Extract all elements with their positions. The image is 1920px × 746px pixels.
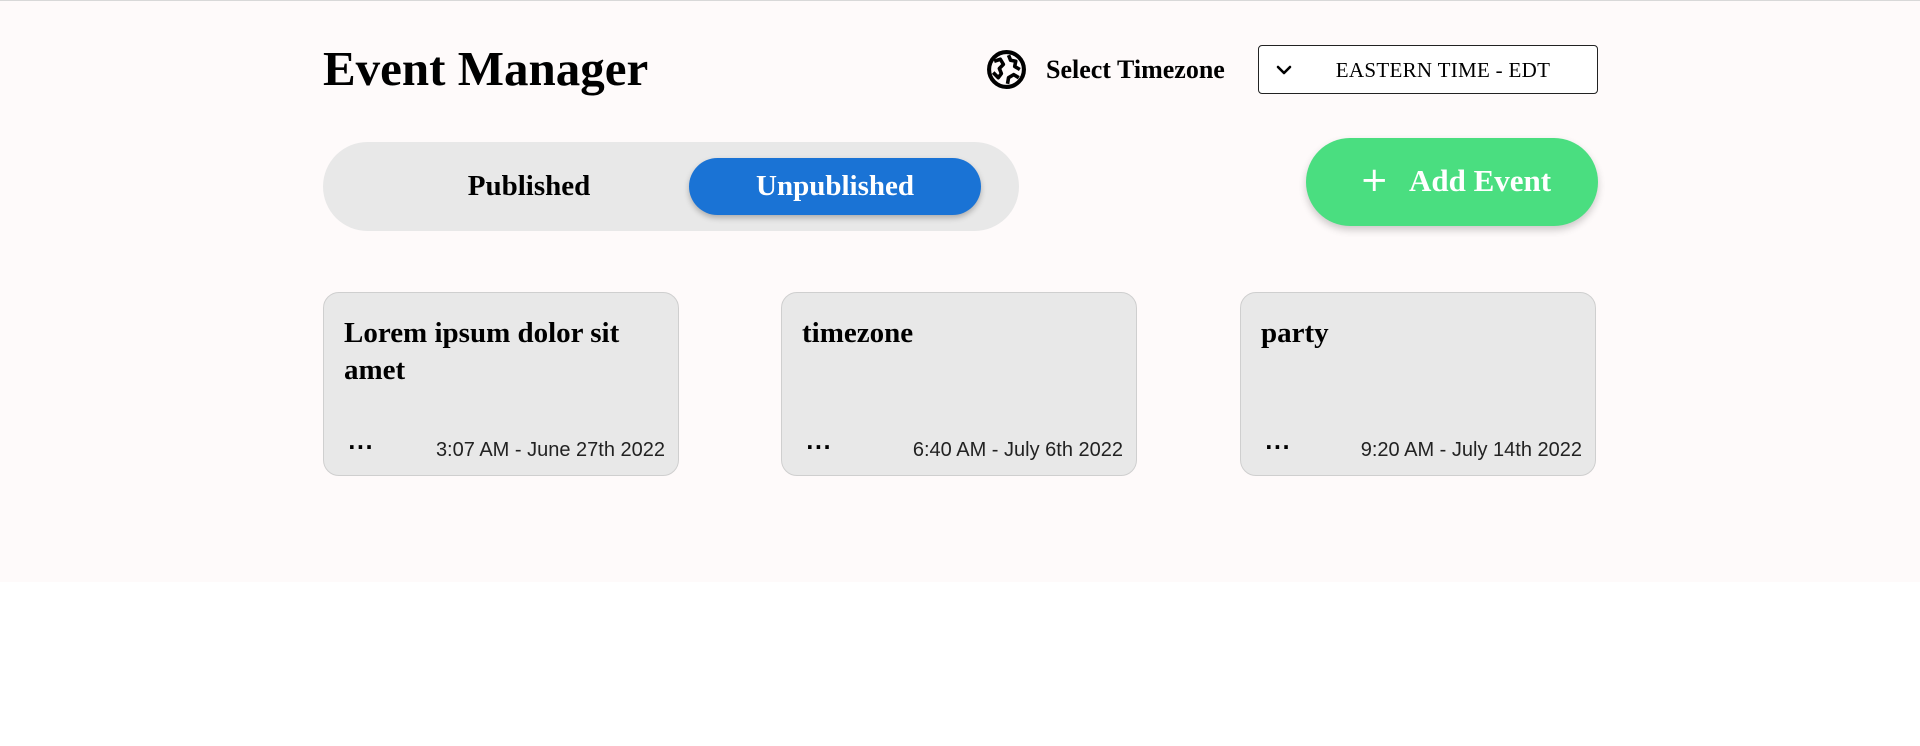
globe-icon <box>987 50 1026 89</box>
timezone-label: Select Timezone <box>1046 55 1225 84</box>
event-datetime: 6:40 AM - July 6th 2022 <box>912 439 1123 461</box>
more-options-icon[interactable]: ... <box>348 427 374 457</box>
event-datetime: 9:20 AM - July 14th 2022 <box>1360 439 1582 461</box>
add-event-label: Add Event <box>1409 163 1552 198</box>
event-card[interactable]: party ... 9:20 AM - July 14th 2022 <box>1240 292 1596 476</box>
event-card[interactable]: timezone ... 6:40 AM - July 6th 2022 <box>781 292 1137 476</box>
event-datetime: 3:07 AM - June 27th 2022 <box>435 439 665 461</box>
page-title: Event Manager <box>323 41 649 96</box>
plus-icon: + <box>1360 160 1389 200</box>
add-event-button[interactable]: + Add Event <box>1306 138 1598 226</box>
tab-published[interactable]: Published <box>383 158 675 215</box>
timezone-selected-value: EASTERN TIME - EDT <box>1335 58 1551 82</box>
publish-status-toggle: Published Unpublished <box>323 142 1019 231</box>
timezone-select[interactable]: EASTERN TIME - EDT <box>1258 45 1598 94</box>
more-options-icon[interactable]: ... <box>806 427 832 457</box>
event-title: Lorem ipsum dolor sit amet <box>344 317 620 386</box>
event-card[interactable]: Lorem ipsum dolor sit amet ... 3:07 AM -… <box>323 292 679 476</box>
more-options-icon[interactable]: ... <box>1265 427 1291 457</box>
event-title: party <box>1261 317 1329 349</box>
tab-unpublished[interactable]: Unpublished <box>689 158 981 215</box>
event-manager-app: Event Manager Select Timezone EASTERN TI… <box>0 1 1920 582</box>
event-title: timezone <box>802 317 914 349</box>
